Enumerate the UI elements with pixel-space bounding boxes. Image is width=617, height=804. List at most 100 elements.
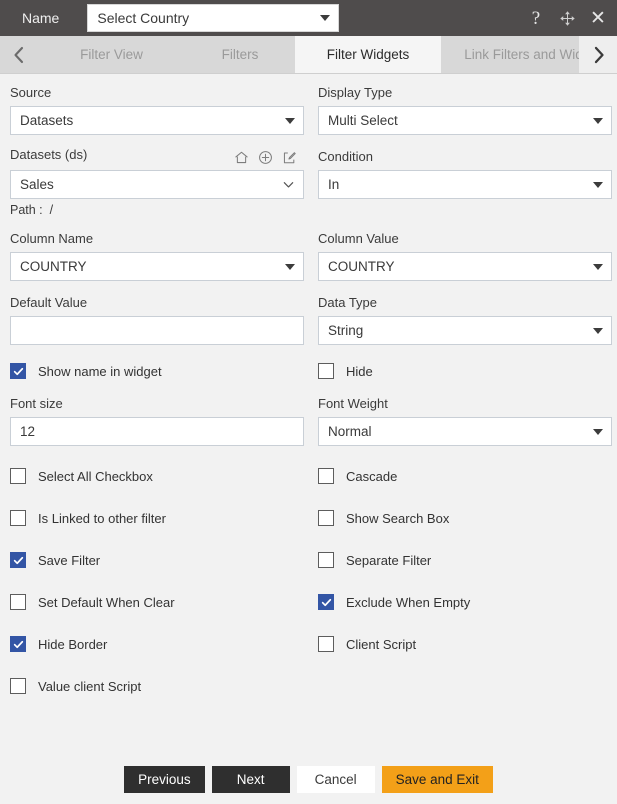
cancel-button[interactable]: Cancel	[296, 766, 375, 793]
form-row-source: Source Datasets Display Type Multi Selec…	[10, 84, 612, 135]
checkbox-label: Set Default When Clear	[38, 594, 175, 610]
save-and-exit-button[interactable]: Save and Exit	[381, 766, 493, 793]
checkbox-label: Cascade	[346, 468, 398, 484]
field-group-display-type: Display Type Multi Select	[318, 84, 612, 135]
home-icon[interactable]	[234, 150, 249, 165]
form-row-columns: Column Name COUNTRY Column Value COUNTRY	[10, 230, 612, 281]
plus-circle-icon[interactable]	[258, 150, 273, 165]
checkbox-box	[318, 636, 334, 652]
source-select[interactable]: Datasets	[10, 106, 304, 135]
source-label: Source	[10, 85, 52, 100]
checkbox-box	[10, 678, 26, 694]
checkbox-box	[318, 594, 334, 610]
chevron-down-icon	[593, 327, 603, 334]
checkbox-label: Is Linked to other filter	[38, 510, 166, 526]
field-group-data-type: Data Type String	[318, 294, 612, 345]
close-icon[interactable]: ✕	[587, 7, 609, 29]
data-type-select[interactable]: String	[318, 316, 612, 345]
checkbox-label: Separate Filter	[346, 552, 432, 568]
move-icon[interactable]	[556, 7, 578, 29]
checkbox-exclude-when-empty[interactable]: Exclude When Empty	[318, 589, 612, 615]
tab-link-filters-and-widgets[interactable]: Link Filters and Widge	[441, 36, 579, 73]
tabs-scroll-right-button[interactable]	[579, 36, 617, 73]
checkbox-box	[10, 594, 26, 610]
font-size-input[interactable]: 12	[10, 417, 304, 446]
font-weight-select[interactable]: Normal	[318, 417, 612, 446]
column-value-label: Column Value	[318, 231, 399, 246]
column-value-select[interactable]: COUNTRY	[318, 252, 612, 281]
checkbox-box	[318, 552, 334, 568]
tab-label: Filter Widgets	[326, 47, 410, 62]
checkbox-row: Is Linked to other filter Show Search Bo…	[10, 505, 607, 531]
checkbox-hide[interactable]: Hide	[318, 358, 612, 384]
column-name-select[interactable]: COUNTRY	[10, 252, 304, 281]
datasets-select[interactable]: Sales	[10, 170, 304, 199]
chevron-down-icon	[593, 117, 603, 124]
tabs-scroll-left-button[interactable]	[0, 36, 38, 73]
field-group-font-weight: Font Weight Normal	[318, 395, 612, 446]
checkbox-value-client-script[interactable]: Value client Script	[10, 673, 304, 699]
checkbox-show-name-in-widget[interactable]: Show name in widget	[10, 358, 304, 384]
datasets-label: Datasets (ds)	[10, 147, 88, 162]
checkbox-box	[10, 636, 26, 652]
datasets-value: Sales	[20, 177, 54, 192]
checkbox-box	[10, 510, 26, 526]
display-type-select[interactable]: Multi Select	[318, 106, 612, 135]
tab-filter-widgets[interactable]: Filter Widgets	[295, 36, 441, 73]
next-button[interactable]: Next	[211, 766, 290, 793]
checkbox-show-search-box[interactable]: Show Search Box	[318, 505, 612, 531]
checkbox-row: Save Filter Separate Filter	[10, 547, 607, 573]
checkbox-box	[10, 363, 26, 379]
chevron-down-icon	[593, 263, 603, 270]
checkbox-is-linked-to-other-filter[interactable]: Is Linked to other filter	[10, 505, 304, 531]
checkbox-label: Hide Border	[38, 636, 108, 652]
font-size-value: 12	[20, 424, 36, 439]
font-weight-value: Normal	[328, 424, 372, 439]
checkbox-label: Hide	[346, 363, 373, 379]
checkbox-client-script[interactable]: Client Script	[318, 631, 612, 657]
field-group-column-value: Column Value COUNTRY	[318, 230, 612, 281]
checkbox-select-all-checkbox[interactable]: Select All Checkbox	[10, 463, 304, 489]
previous-button[interactable]: Previous	[124, 766, 205, 793]
checkbox-label: Client Script	[346, 636, 417, 652]
checkbox-hide-border[interactable]: Hide Border	[10, 631, 304, 657]
edit-icon[interactable]	[282, 150, 297, 165]
condition-value: In	[328, 177, 340, 192]
filter-name-select[interactable]: Select Country	[87, 4, 340, 32]
checkbox-set-default-when-clear[interactable]: Set Default When Clear	[10, 589, 304, 615]
tab-filter-view[interactable]: Filter View	[38, 36, 185, 73]
name-label: Name	[22, 10, 60, 26]
condition-select[interactable]: In	[318, 170, 612, 199]
checkbox-box	[10, 552, 26, 568]
checkbox-box	[318, 363, 334, 379]
field-group-default-value: Default Value	[10, 294, 304, 345]
filter-widget-form: Source Datasets Display Type Multi Selec…	[0, 74, 617, 699]
data-type-value: String	[328, 323, 364, 338]
source-value: Datasets	[20, 113, 74, 128]
form-row-datasets: Datasets (ds) Sales Path: / Condition I…	[10, 147, 612, 219]
tab-label: Filters	[221, 47, 259, 62]
dataset-path: Path : /	[10, 202, 304, 219]
checkbox-label: Select All Checkbox	[38, 468, 153, 484]
checkbox-separate-filter[interactable]: Separate Filter	[318, 547, 612, 573]
checkbox-cascade[interactable]: Cascade	[318, 463, 612, 489]
chevron-down-icon	[320, 15, 331, 21]
checkbox-box	[10, 468, 26, 484]
field-group-column-name: Column Name COUNTRY	[10, 230, 304, 281]
tab-filters[interactable]: Filters	[185, 36, 295, 73]
checkbox-save-filter[interactable]: Save Filter	[10, 547, 304, 573]
form-row-font: Font size 12 Font Weight Normal	[10, 395, 612, 446]
checkbox-row: Select All Checkbox Cascade	[10, 463, 607, 489]
condition-label: Condition	[318, 149, 373, 164]
window-controls: ? ✕	[525, 0, 609, 36]
default-value-input[interactable]	[10, 316, 304, 345]
tab-bar: Filter View Filters Filter Widgets Link …	[0, 36, 617, 74]
help-icon[interactable]: ?	[525, 7, 547, 29]
chevron-down-icon	[593, 181, 603, 188]
font-weight-label: Font Weight	[318, 396, 388, 411]
checkbox-label: Value client Script	[38, 678, 142, 694]
datasets-actions	[234, 150, 304, 165]
datasets-label-row: Datasets (ds)	[10, 147, 304, 166]
field-group-source: Source Datasets	[10, 84, 304, 135]
options-checkbox-grid: Select All Checkbox Cascade Is Linked to…	[10, 463, 607, 699]
